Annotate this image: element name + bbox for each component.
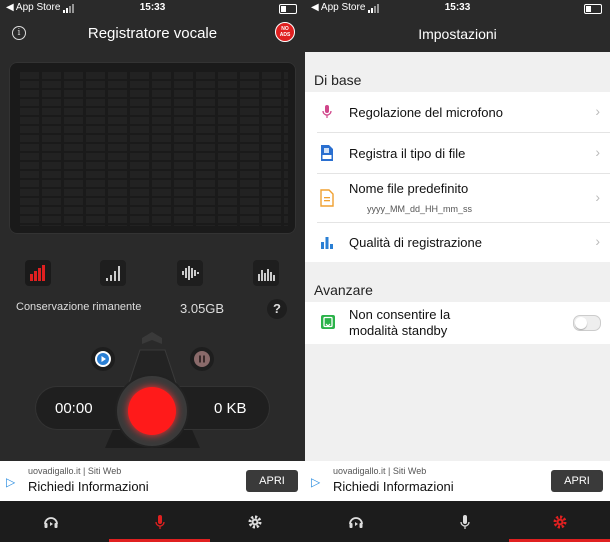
visualizer-modes: [0, 260, 305, 288]
signal-bars-icon: [106, 266, 120, 281]
section-advanced-title: Avanzare: [314, 282, 373, 298]
chevron-right-icon: ›: [595, 103, 600, 119]
ad-source: uovadigallo.it | Siti Web: [28, 466, 122, 476]
clock: 15:33: [139, 2, 166, 13]
chevron-right-icon: ›: [595, 233, 600, 249]
audio-visualizer: [9, 62, 296, 234]
ad-open-button[interactable]: APRI: [551, 470, 603, 492]
settings-screen: ◀ App Store 15:33 Impostazioni Di base R…: [305, 0, 610, 542]
tab-playback[interactable]: [0, 501, 101, 542]
gear-icon: [248, 515, 262, 529]
chevron-right-icon: ›: [595, 144, 600, 160]
tab-settings[interactable]: [204, 501, 305, 542]
play-icon: [97, 353, 109, 365]
setting-value: yyyy_MM_dd_HH_mm_ss: [367, 204, 473, 214]
help-button[interactable]: ?: [267, 299, 287, 319]
recorder-screen: ◀ App Store 15:33 i Registratore vocale …: [0, 0, 305, 542]
tab-record[interactable]: [414, 501, 515, 542]
ad-banner[interactable]: ▷ uovadigallo.it | Siti Web Richiedi Inf…: [305, 461, 610, 501]
tab-settings[interactable]: [509, 501, 610, 542]
gear-icon: [553, 515, 567, 529]
tab-record[interactable]: [109, 501, 210, 542]
setting-label: Qualità di registrazione: [349, 235, 482, 250]
tab-playback[interactable]: [305, 501, 406, 542]
setting-default-filename[interactable]: Nome file predefinito yyyy_MM_dd_HH_mm_s…: [305, 174, 610, 222]
file-type-icon: [321, 145, 333, 161]
record-button[interactable]: [128, 387, 176, 435]
status-bar: ◀ App Store 15:33: [305, 0, 610, 16]
battery-icon: [279, 4, 297, 14]
ad-banner[interactable]: ▷ uovadigallo.it | Siti Web Richiedi Inf…: [0, 461, 305, 501]
no-ads-button[interactable]: NO ADS: [275, 22, 295, 42]
document-icon: [320, 189, 334, 207]
setting-microphone[interactable]: Regolazione del microfono ›: [305, 92, 610, 132]
ad-title: Richiedi Informazioni: [28, 479, 149, 494]
storage-value: 3.05GB: [180, 301, 225, 316]
ad-source: uovadigallo.it | Siti Web: [333, 466, 427, 476]
play-button[interactable]: [91, 347, 115, 371]
setting-standby: Non consentire la modalità standby: [305, 302, 610, 344]
ad-open-button[interactable]: APRI: [246, 470, 298, 492]
pause-button[interactable]: [190, 347, 214, 371]
advanced-settings-group: Non consentire la modalità standby: [305, 302, 610, 344]
setting-label: Regolazione del microfono: [349, 105, 503, 120]
clock: 15:33: [444, 2, 471, 13]
mode-spectrum-button[interactable]: [253, 260, 279, 286]
setting-file-type[interactable]: Registra il tipo di file ›: [305, 133, 610, 173]
headphones-icon: [44, 517, 58, 528]
spectrum-icon: [258, 269, 275, 281]
section-basic-title: Di base: [314, 72, 362, 88]
chevron-right-icon: ›: [595, 189, 600, 205]
header: i Registratore vocale NO ADS: [0, 16, 305, 52]
microphone-icon: [322, 105, 332, 118]
mode-bars-button[interactable]: [25, 260, 51, 286]
microphone-icon: [460, 515, 470, 529]
battery-icon: [584, 4, 602, 14]
ad-title: Richiedi Informazioni: [333, 479, 454, 494]
record-size: 0 KB: [214, 400, 247, 417]
ad-play-icon: ▷: [6, 475, 16, 489]
waveform-icon: [182, 266, 199, 280]
pause-icon: [199, 355, 205, 363]
ad-play-icon: ▷: [311, 475, 321, 489]
standby-icon: [321, 315, 335, 329]
setting-label: Nome file predefinito: [349, 181, 469, 196]
page-title: Registratore vocale: [87, 25, 218, 42]
basic-settings-group: Regolazione del microfono › Registra il …: [305, 92, 610, 262]
tab-bar: [305, 501, 610, 542]
header: Impostazioni: [305, 16, 610, 52]
storage-label: Conservazione rimanente: [16, 301, 142, 313]
standby-toggle[interactable]: [573, 315, 601, 331]
setting-label: Non consentire la modalità standby: [349, 307, 451, 338]
setting-quality[interactable]: Qualità di registrazione ›: [305, 223, 610, 262]
setting-label: Registra il tipo di file: [349, 146, 466, 161]
bar-chart-icon: [321, 237, 333, 249]
tab-bar: [0, 501, 305, 542]
microphone-icon: [155, 515, 165, 529]
visualizer-grid: [17, 70, 288, 226]
headphones-icon: [349, 517, 363, 528]
page-title: Impostazioni: [418, 26, 497, 42]
mode-wave-button[interactable]: [177, 260, 203, 286]
status-bar: ◀ App Store 15:33: [0, 0, 305, 16]
equalizer-icon: [30, 265, 45, 281]
record-timer: 00:00: [55, 400, 93, 417]
mode-signal-button[interactable]: [100, 260, 126, 286]
